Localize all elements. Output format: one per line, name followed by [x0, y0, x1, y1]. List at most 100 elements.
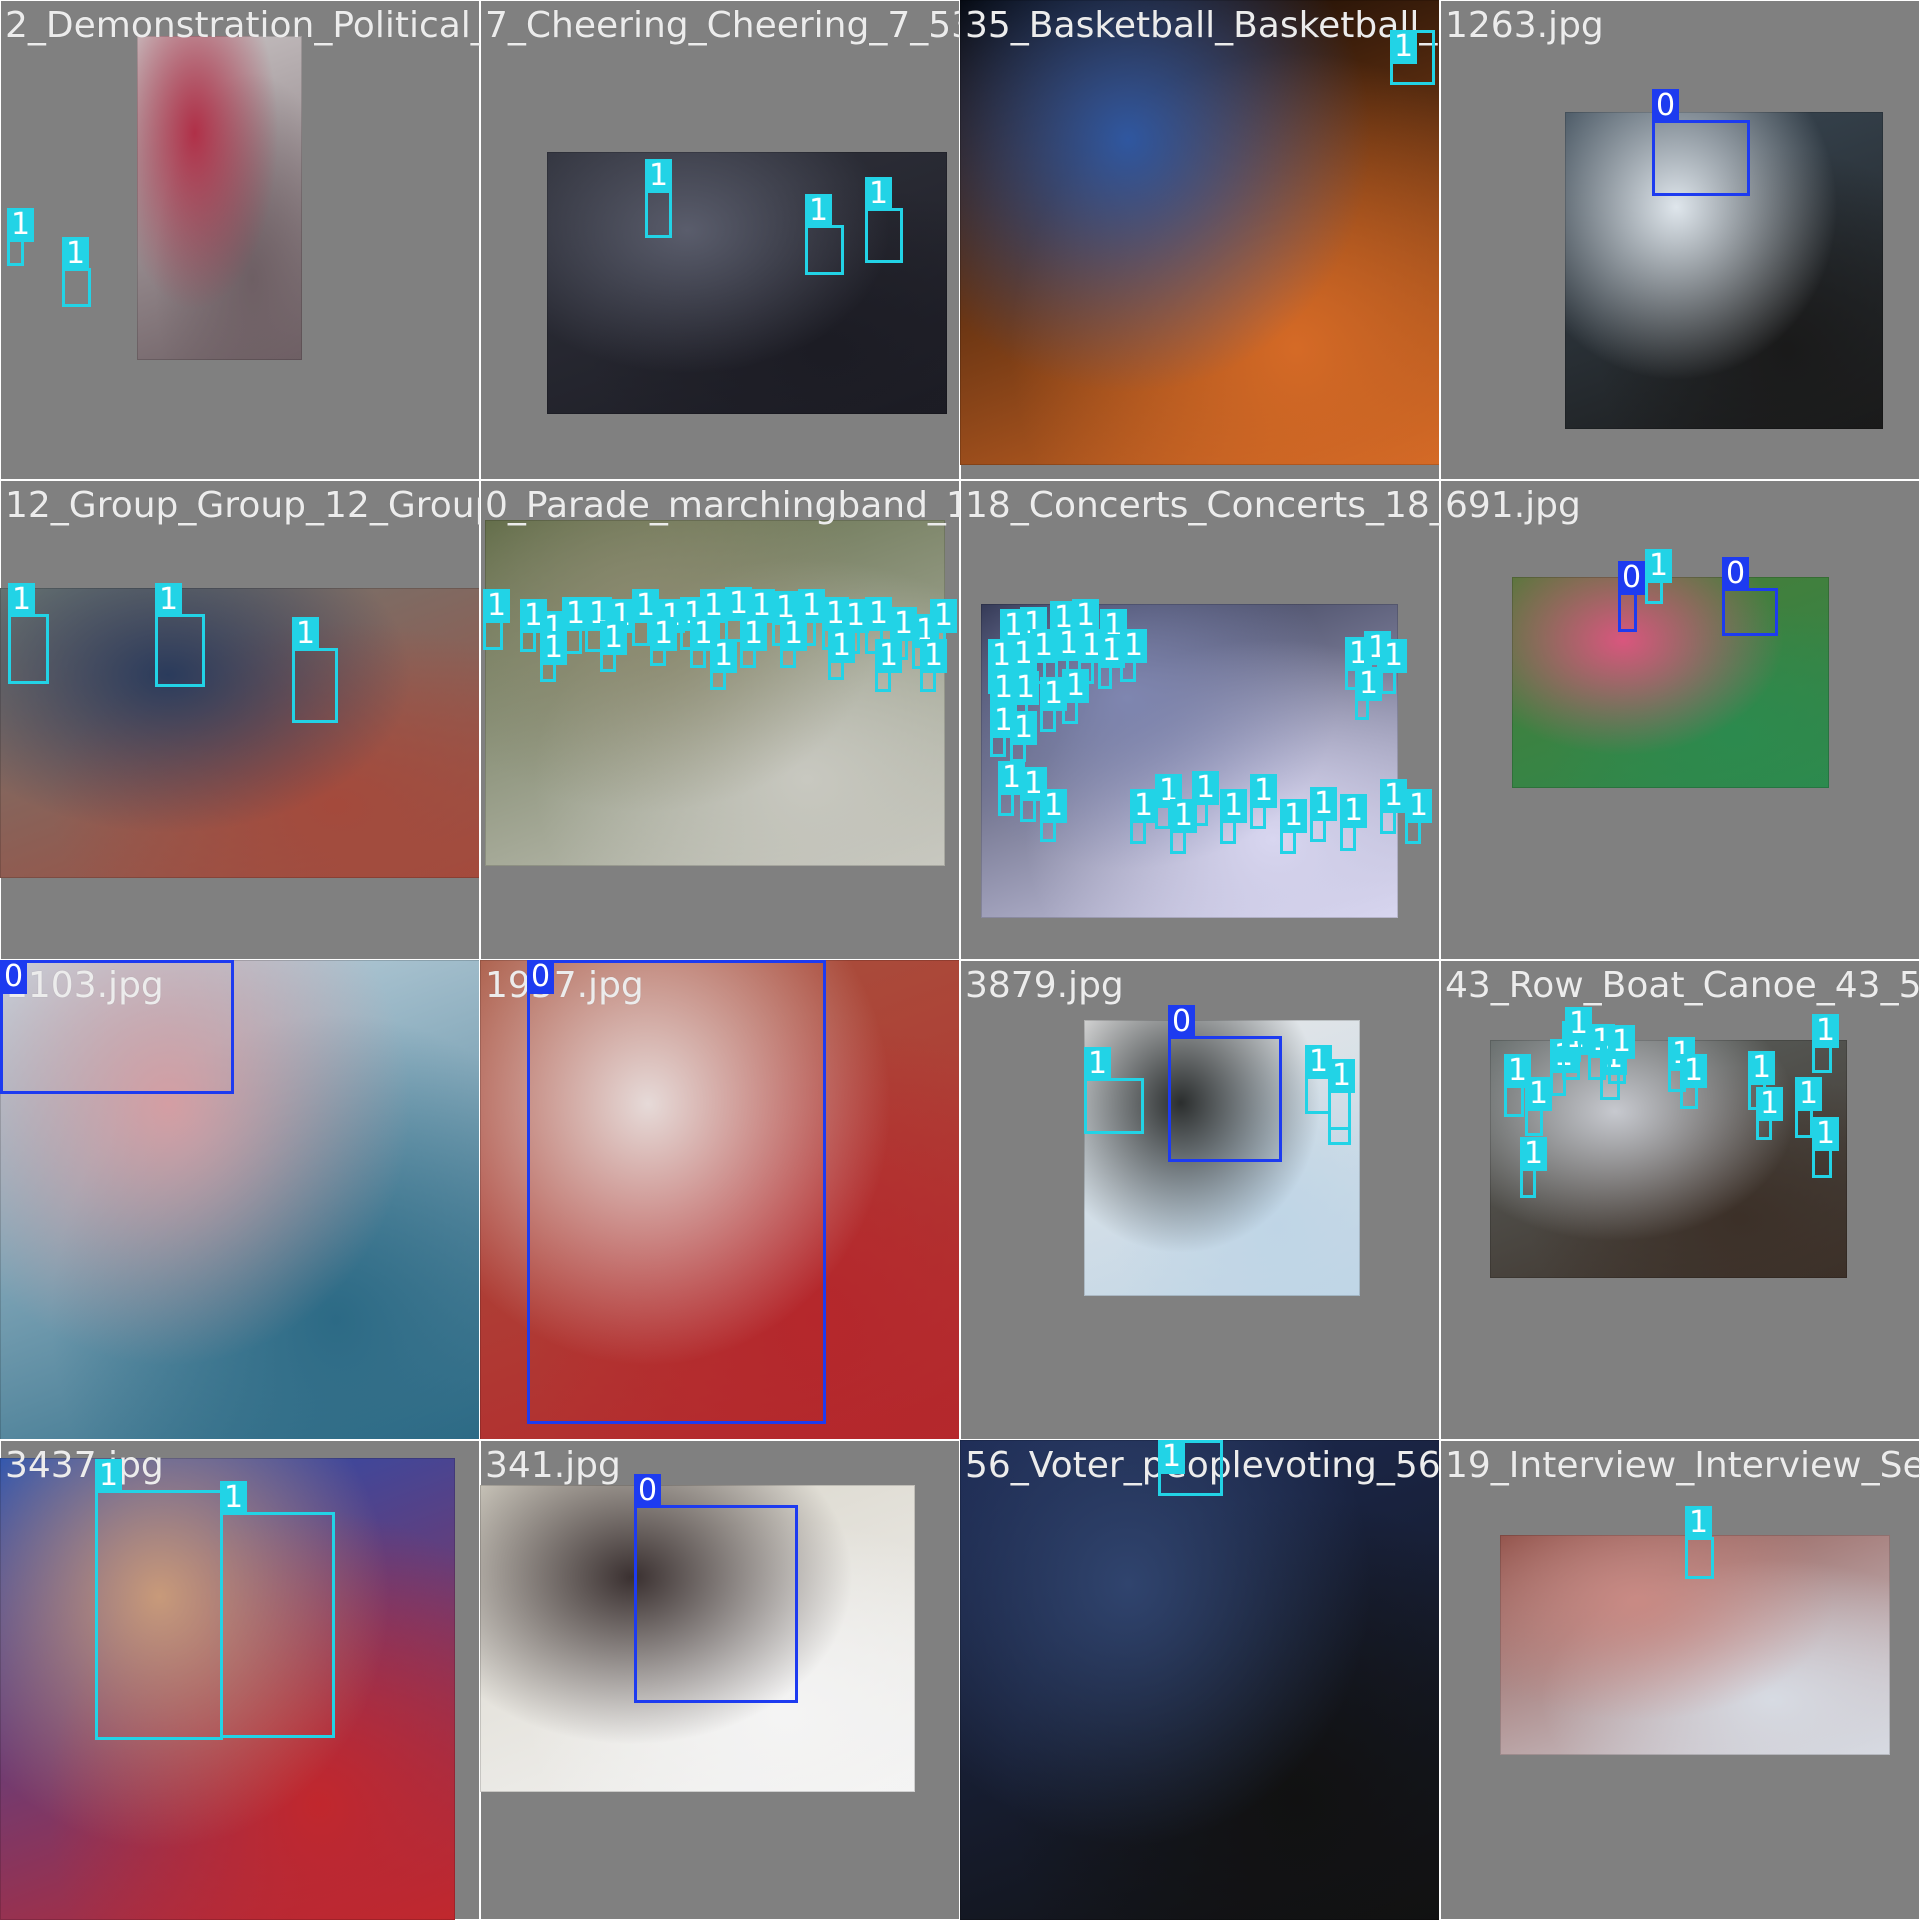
detection-box-class-1: 1 [875, 639, 903, 692]
detection-mosaic: 2_Demonstration_Political_Rally_2_928.jp… [0, 0, 1920, 1920]
detection-class-label: 1 [875, 639, 903, 673]
detection-class-label: 1 [650, 617, 678, 651]
photo-area [960, 1440, 1440, 1920]
photo-area [960, 0, 1440, 465]
detection-box-class-0: 0 [1652, 89, 1750, 196]
detection-class-label: 1 [865, 177, 893, 211]
detection-class-label: 1 [1380, 779, 1408, 813]
detection-box-class-0: 0 [1618, 561, 1646, 632]
detection-box-class-1: 1 [1328, 1059, 1356, 1145]
detection-box-class-0: 0 [527, 960, 826, 1424]
image-tile: 18_Concerts_Concerts_18_394.jpg111111111… [959, 479, 1441, 961]
detection-box-class-1: 1 [780, 617, 808, 668]
detection-box-class-1: 1 [1525, 1077, 1553, 1136]
detection-box-class-1: 1 [1380, 779, 1408, 834]
detection-box-class-1: 1 [1380, 639, 1408, 694]
tile-filename: 1263.jpg [1445, 5, 1604, 46]
detection-box-class-1: 1 [1170, 799, 1198, 854]
tile-filename: 0_Parade_marchingband_1_481.jpg [485, 485, 960, 526]
image-tile: 1263.jpg 0 [1439, 0, 1920, 481]
image-tile: 1103.jpg 0 [0, 959, 481, 1441]
detection-class-label: 1 [1645, 549, 1673, 583]
detection-class-label: 0 [1618, 561, 1646, 595]
detection-box-class-1: 1 [1155, 774, 1183, 829]
detection-box-class-0: 0 [1722, 557, 1778, 636]
detection-box-class-1: 1 [483, 589, 511, 650]
detection-class-label: 1 [1795, 1077, 1823, 1111]
detection-class-label: 1 [1030, 629, 1058, 663]
detection-class-label: 0 [634, 1474, 662, 1508]
detection-class-label: 1 [220, 1481, 248, 1515]
image-tile: 12_Group_Group_12_Group_Group_12_754.jpg… [0, 479, 481, 961]
detection-box-class-1: 1 [1040, 677, 1068, 732]
detection-class-label: 1 [1390, 30, 1418, 64]
detection-box-class-1: 1 [600, 621, 628, 672]
detection-class-label: 1 [710, 639, 738, 673]
tile-filename: 35_Basketball_Basketball_35_554.jpg [965, 5, 1440, 46]
detection-box-class-0: 0 [634, 1474, 798, 1703]
detection-box-class-1: 1 [62, 237, 91, 307]
photo-area [0, 588, 480, 878]
detection-class-label: 1 [1120, 629, 1148, 663]
detection-box-class-1: 1 [650, 617, 678, 666]
detection-class-label: 1 [95, 1459, 123, 1493]
detection-class-label: 1 [828, 629, 856, 663]
detection-box-class-1: 1 [1645, 549, 1673, 604]
detection-box-class-1: 1 [990, 704, 1018, 757]
detection-box-class-1: 1 [8, 583, 49, 684]
detection-box-class-1: 1 [740, 617, 768, 668]
detection-box-class-1: 1 [1062, 669, 1090, 724]
detection-box-class-1: 1 [1192, 771, 1220, 826]
image-tile: 35_Basketball_Basketball_35_554.jpg1 [959, 0, 1441, 481]
image-tile: 3879.jpg10111 [959, 959, 1441, 1441]
tile-filename: 3437.jpg [5, 1445, 164, 1486]
detection-box-class-1: 1 [828, 629, 856, 680]
detection-box-class-1: 1 [920, 639, 948, 692]
detection-class-label: 1 [155, 583, 183, 617]
image-tile: 341.jpg 0 [479, 1439, 961, 1920]
image-tile: 691.jpg 0 1 0 [1439, 479, 1920, 961]
detection-box-class-1: 1 [998, 761, 1026, 816]
detection-box-class-1: 1 [1310, 787, 1338, 842]
detection-class-label: 0 [1722, 557, 1750, 591]
detection-box-class-1: 1 [645, 159, 673, 238]
detection-box-class-1: 1 [540, 631, 568, 682]
detection-box-class-1: 1 [865, 177, 903, 263]
detection-class-label: 1 [1158, 1440, 1186, 1474]
detection-class-label: 1 [1328, 1059, 1356, 1093]
detection-class-label: 1 [1685, 1506, 1713, 1540]
tile-filename: 3879.jpg [965, 965, 1124, 1006]
detection-box-class-1: 1 [1390, 30, 1435, 85]
detection-class-label: 1 [1310, 787, 1338, 821]
detection-class-label: 1 [292, 617, 320, 651]
detection-box-class-1: 1 [1084, 1047, 1144, 1134]
detection-class-label: 1 [1525, 1077, 1553, 1111]
detection-class-label: 1 [1010, 711, 1038, 745]
image-tile: 1957.jpg 0 [479, 959, 961, 1441]
detection-box-class-1: 1 [520, 599, 548, 652]
detection-box-class-1: 1 [690, 617, 718, 668]
image-tile: 7_Cheering_Cheering_7_532.jpg111 [479, 0, 961, 481]
detection-box-class-1: 1 [155, 583, 205, 687]
detection-class-label: 0 [1652, 89, 1680, 123]
detection-class-label: 1 [1040, 789, 1068, 823]
detection-box-class-1: 1 [1220, 789, 1248, 844]
detection-box-class-1: 1 [632, 589, 660, 646]
tile-filename: 19_Interview_Interview_Seq [1445, 1445, 1920, 1486]
detection-class-label: 1 [1608, 1025, 1636, 1059]
detection-class-label: 1 [62, 237, 90, 271]
detection-box-class-1: 1 [805, 194, 844, 275]
detection-box-class-1: 1 [1010, 711, 1038, 762]
image-tile: 2_Demonstration_Political_Rally_2_928.jp… [0, 0, 481, 481]
detection-box-class-1: 1 [1250, 774, 1278, 829]
detection-class-label: 1 [1012, 671, 1040, 705]
photo-area [1512, 577, 1829, 788]
detection-box-class-1: 1 [220, 1481, 335, 1738]
tile-filename: 691.jpg [1445, 485, 1581, 526]
detection-box-class-1: 1 [1158, 1440, 1223, 1496]
detection-class-label: 1 [1748, 1051, 1776, 1085]
detection-class-label: 1 [1130, 789, 1158, 823]
detection-box-class-1: 1 [1405, 789, 1433, 844]
detection-class-label: 1 [1062, 669, 1090, 703]
detection-class-label: 0 [1168, 1005, 1196, 1039]
